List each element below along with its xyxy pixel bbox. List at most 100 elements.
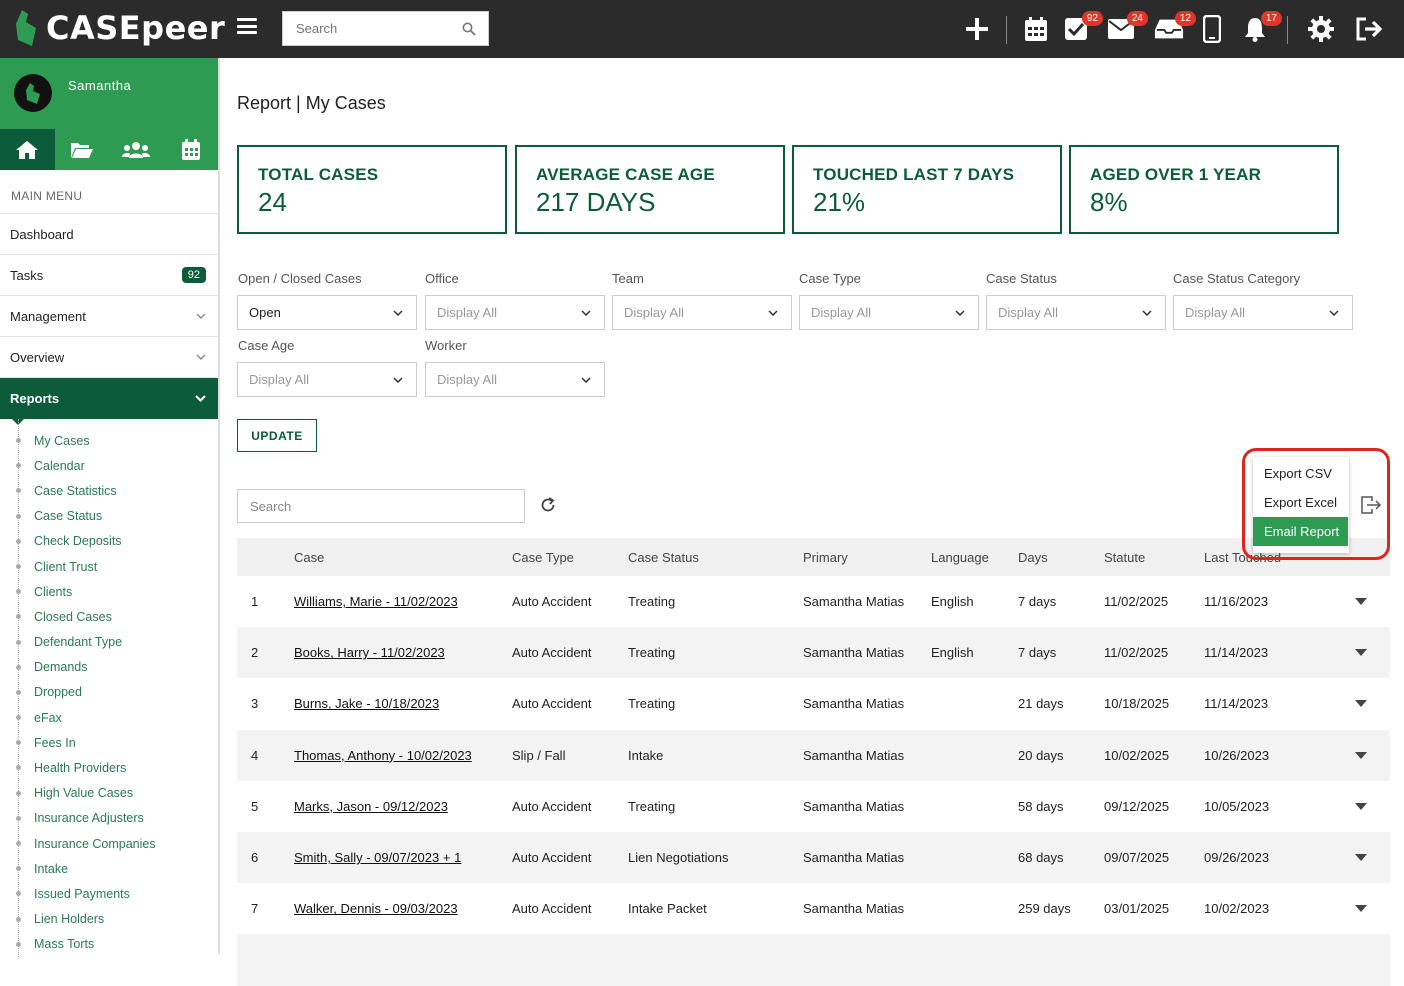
case-link[interactable]: Burns, Jake - 10/18/2023 — [294, 696, 439, 711]
chevron-down-icon — [196, 313, 206, 319]
select-value: Display All — [998, 305, 1058, 320]
report-link[interactable]: Case Status — [0, 504, 218, 529]
tab-cases[interactable] — [55, 129, 110, 170]
hamburger-menu-icon[interactable] — [237, 18, 257, 34]
row-expand-caret-icon[interactable] — [1355, 854, 1367, 862]
row-number: 7 — [251, 901, 259, 917]
notifications-bell-icon[interactable]: 17 — [1240, 11, 1282, 44]
casepeer-logo[interactable]: CASEpeer — [14, 8, 225, 48]
office-select[interactable]: Display All — [425, 295, 605, 330]
team-select[interactable]: Display All — [612, 295, 792, 330]
open-closed-select[interactable]: Open — [237, 295, 417, 330]
chevron-down-icon — [768, 309, 778, 316]
avatar[interactable] — [14, 74, 52, 112]
col-header-language[interactable]: Language — [931, 550, 989, 565]
report-link[interactable]: eFax — [0, 705, 218, 730]
filter-label: Office — [425, 271, 459, 286]
stat-value: 24 — [258, 187, 287, 217]
primary: Samantha Matias — [803, 798, 905, 814]
report-link[interactable]: Closed Cases — [0, 604, 218, 629]
global-search-input[interactable] — [283, 12, 453, 45]
inbox-badge: 12 — [1174, 11, 1196, 26]
report-link[interactable]: Check Deposits — [0, 529, 218, 554]
search-icon[interactable] — [462, 22, 476, 36]
home-icon — [16, 140, 39, 159]
sidebar-item-dashboard[interactable]: Dashboard — [0, 214, 218, 255]
inbox-tray-icon[interactable]: 12 — [1154, 11, 1196, 44]
report-link[interactable]: Defendant Type — [0, 630, 218, 655]
select-value: Display All — [437, 372, 497, 387]
notifications-badge: 17 — [1260, 11, 1282, 26]
report-link[interactable]: High Value Cases — [0, 781, 218, 806]
calendar-icon[interactable] — [1021, 14, 1051, 44]
col-header-statute[interactable]: Statute — [1104, 550, 1145, 565]
report-link[interactable]: Fees In — [0, 730, 218, 755]
sidebar-item-management[interactable]: Management — [0, 296, 218, 337]
report-link[interactable]: Dropped — [0, 680, 218, 705]
row-expand-caret-icon[interactable] — [1355, 905, 1367, 913]
worker-select[interactable]: Display All — [425, 362, 605, 397]
sidebar-item-tasks[interactable]: Tasks 92 — [0, 255, 218, 296]
case-type-select[interactable]: Display All — [799, 295, 979, 330]
row-expand-caret-icon[interactable] — [1355, 751, 1367, 759]
report-link[interactable]: Mass Torts — [0, 932, 218, 957]
case-link[interactable]: Books, Harry - 11/02/2023 — [294, 645, 445, 660]
statute: 11/02/2025 — [1104, 645, 1169, 661]
statute: 10/02/2025 — [1104, 747, 1170, 763]
sidebar-item-label: Tasks — [10, 267, 44, 283]
sidebar-item-reports[interactable]: Reports — [0, 378, 218, 425]
row-expand-caret-icon[interactable] — [1355, 598, 1367, 606]
sidebar-item-overview[interactable]: Overview — [0, 337, 218, 378]
report-link[interactable]: Clients — [0, 579, 218, 604]
report-link[interactable]: Calendar — [0, 453, 218, 478]
report-link[interactable]: Insurance Companies — [0, 831, 218, 856]
language: English — [931, 594, 974, 610]
refresh-icon[interactable] — [539, 496, 557, 519]
table-search-input[interactable]: Search — [237, 489, 525, 523]
case-link[interactable]: Smith, Sally - 09/07/2023 + 1 — [294, 850, 461, 865]
row-expand-caret-icon[interactable] — [1355, 700, 1367, 708]
stat-label: TOTAL CASES — [258, 165, 379, 184]
tasks-check-icon[interactable]: 92 — [1061, 11, 1103, 44]
divider — [1287, 16, 1288, 44]
tab-home[interactable] — [0, 129, 55, 170]
report-link[interactable]: My Cases — [0, 428, 218, 453]
report-link[interactable]: Client Trust — [0, 554, 218, 579]
report-link[interactable]: Case Statistics — [0, 478, 218, 503]
mobile-phone-icon[interactable] — [1197, 14, 1227, 44]
sidebar-item-label: Dashboard — [10, 226, 74, 242]
report-link[interactable]: Demands — [0, 655, 218, 680]
case-status: Treating — [628, 798, 676, 814]
tab-contacts[interactable] — [109, 129, 164, 170]
add-icon[interactable] — [962, 14, 992, 44]
report-link[interactable]: Issued Payments — [0, 881, 218, 906]
report-link[interactable]: Health Providers — [0, 755, 218, 780]
col-header-case[interactable]: Case — [294, 550, 324, 565]
row-expand-caret-icon[interactable] — [1355, 649, 1367, 657]
case-link[interactable]: Thomas, Anthony - 10/02/2023 — [294, 748, 472, 763]
mail-icon[interactable]: 24 — [1106, 11, 1148, 44]
tasks-count-badge: 92 — [181, 267, 206, 283]
case-age-select[interactable]: Display All — [237, 362, 417, 397]
report-link[interactable]: Insurance Adjusters — [0, 806, 218, 831]
case-status-category-select[interactable]: Display All — [1173, 295, 1353, 330]
global-search — [282, 11, 489, 46]
col-header-days[interactable]: Days — [1018, 550, 1048, 565]
gear-icon[interactable] — [1306, 14, 1336, 44]
case-status-select[interactable]: Display All — [986, 295, 1166, 330]
tab-calendar[interactable] — [164, 129, 219, 170]
user-name: Samantha — [68, 78, 132, 93]
last-touched: 09/26/2023 — [1204, 850, 1270, 866]
col-header-primary[interactable]: Primary — [803, 550, 848, 565]
update-button[interactable]: UPDATE — [237, 419, 317, 452]
logout-icon[interactable] — [1354, 14, 1384, 44]
case-link[interactable]: Walker, Dennis - 09/03/2023 — [294, 901, 458, 916]
col-header-case-status[interactable]: Case Status — [628, 550, 699, 565]
col-header-case-type[interactable]: Case Type — [512, 550, 574, 565]
case-link[interactable]: Marks, Jason - 09/12/2023 — [294, 799, 448, 814]
report-link[interactable]: Lien Holders — [0, 907, 218, 932]
row-expand-caret-icon[interactable] — [1355, 802, 1367, 810]
report-link[interactable]: Intake — [0, 856, 218, 881]
filter-label: Case Age — [238, 338, 295, 353]
case-link[interactable]: Williams, Marie - 11/02/2023 — [294, 594, 458, 609]
